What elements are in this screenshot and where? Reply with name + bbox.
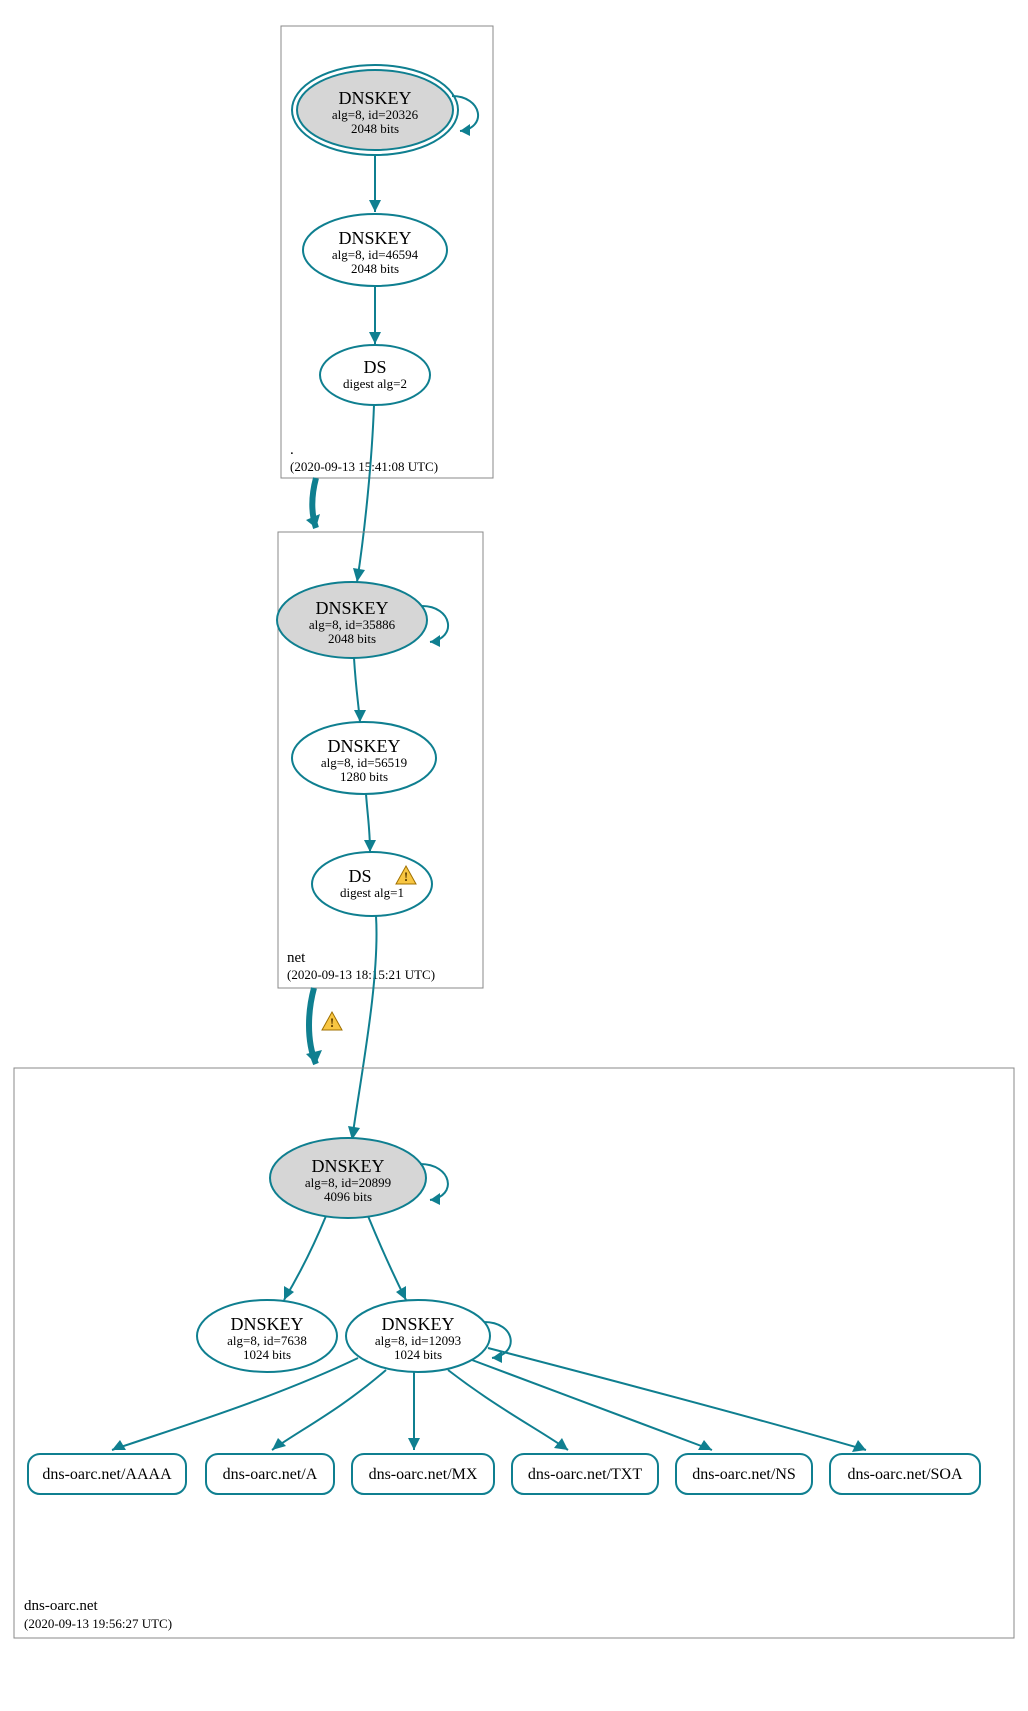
svg-text:2048 bits: 2048 bits: [328, 631, 376, 646]
svg-text:1280 bits: 1280 bits: [340, 769, 388, 784]
svg-text:dns-oarc.net/NS: dns-oarc.net/NS: [692, 1466, 796, 1483]
node-oarc-ksk: DNSKEY alg=8, id=20899 4096 bits: [270, 1138, 426, 1218]
zone-label-net: net: [287, 950, 306, 966]
svg-text:dns-oarc.net/SOA: dns-oarc.net/SOA: [847, 1466, 963, 1483]
svg-text:2048 bits: 2048 bits: [351, 121, 399, 136]
svg-text:alg=8, id=20899: alg=8, id=20899: [305, 1175, 391, 1190]
svg-text:!: !: [404, 869, 408, 884]
rrset-a: dns-oarc.net/A: [206, 1454, 334, 1494]
rrset-txt: dns-oarc.net/TXT: [512, 1454, 658, 1494]
rrset-aaaa: dns-oarc.net/AAAA: [28, 1454, 186, 1494]
svg-text:2048 bits: 2048 bits: [351, 261, 399, 276]
svg-text:DNSKEY: DNSKEY: [338, 88, 411, 108]
svg-text:dns-oarc.net/MX: dns-oarc.net/MX: [369, 1466, 478, 1483]
svg-text:alg=8, id=35886: alg=8, id=35886: [309, 617, 396, 632]
node-root-ds: DS digest alg=2: [320, 345, 430, 405]
svg-text:dns-oarc.net/A: dns-oarc.net/A: [223, 1466, 318, 1483]
zone-label-root: .: [290, 442, 294, 458]
edge-oarc-ksk-zsk1: [284, 1216, 326, 1300]
svg-text:DNSKEY: DNSKEY: [381, 1314, 454, 1334]
svg-text:dns-oarc.net/AAAA: dns-oarc.net/AAAA: [42, 1466, 172, 1483]
node-net-zsk: DNSKEY alg=8, id=56519 1280 bits: [292, 722, 436, 794]
svg-text:DNSKEY: DNSKEY: [327, 736, 400, 756]
svg-text:1024 bits: 1024 bits: [394, 1347, 442, 1362]
svg-text:alg=8, id=7638: alg=8, id=7638: [227, 1333, 307, 1348]
rrset-soa: dns-oarc.net/SOA: [830, 1454, 980, 1494]
dnssec-graph: . (2020-09-13 15:41:08 UTC) DNSKEY alg=8…: [0, 0, 1028, 1711]
zone-label-oarc: dns-oarc.net: [24, 1598, 99, 1614]
zone-time-oarc: (2020-09-13 19:56:27 UTC): [24, 1616, 172, 1631]
svg-text:4096 bits: 4096 bits: [324, 1189, 372, 1204]
edge-oarc-ksk-zsk2: [368, 1216, 406, 1300]
node-root-zsk: DNSKEY alg=8, id=46594 2048 bits: [303, 214, 447, 286]
zone-time-root: (2020-09-13 15:41:08 UTC): [290, 459, 438, 474]
edge-root-ds-to-net-ksk: [357, 405, 374, 582]
zone-time-net: (2020-09-13 18:15:21 UTC): [287, 967, 435, 982]
node-root-ksk: DNSKEY alg=8, id=20326 2048 bits: [292, 65, 458, 155]
svg-text:DS: DS: [348, 866, 371, 886]
zone-box-oarc: [14, 1068, 1014, 1638]
edge-zsk2-aaaa: [112, 1358, 358, 1450]
svg-text:alg=8, id=56519: alg=8, id=56519: [321, 755, 407, 770]
svg-text:digest alg=1: digest alg=1: [340, 885, 404, 900]
svg-text:DS: DS: [363, 357, 386, 377]
svg-text:digest alg=2: digest alg=2: [343, 376, 407, 391]
warning-icon: !: [322, 1012, 342, 1030]
edge-net-ds-to-oarc-ksk: [352, 916, 377, 1140]
rrset-ns: dns-oarc.net/NS: [676, 1454, 812, 1494]
svg-text:dns-oarc.net/TXT: dns-oarc.net/TXT: [528, 1466, 642, 1483]
edge-zsk2-ns: [472, 1360, 712, 1450]
edge-zsk2-a: [272, 1370, 386, 1450]
svg-text:DNSKEY: DNSKEY: [315, 598, 388, 618]
svg-text:DNSKEY: DNSKEY: [338, 228, 411, 248]
svg-text:alg=8, id=12093: alg=8, id=12093: [375, 1333, 461, 1348]
node-net-ksk: DNSKEY alg=8, id=35886 2048 bits: [277, 582, 427, 658]
node-oarc-zsk1: DNSKEY alg=8, id=7638 1024 bits: [197, 1300, 337, 1372]
svg-text:alg=8, id=46594: alg=8, id=46594: [332, 247, 419, 262]
svg-text:DNSKEY: DNSKEY: [311, 1156, 384, 1176]
svg-text:!: !: [330, 1015, 334, 1030]
edge-zsk2-txt: [448, 1370, 568, 1450]
rrset-mx: dns-oarc.net/MX: [352, 1454, 494, 1494]
node-oarc-zsk2: DNSKEY alg=8, id=12093 1024 bits: [346, 1300, 490, 1372]
svg-text:DNSKEY: DNSKEY: [230, 1314, 303, 1334]
svg-text:alg=8, id=20326: alg=8, id=20326: [332, 107, 419, 122]
svg-text:1024 bits: 1024 bits: [243, 1347, 291, 1362]
